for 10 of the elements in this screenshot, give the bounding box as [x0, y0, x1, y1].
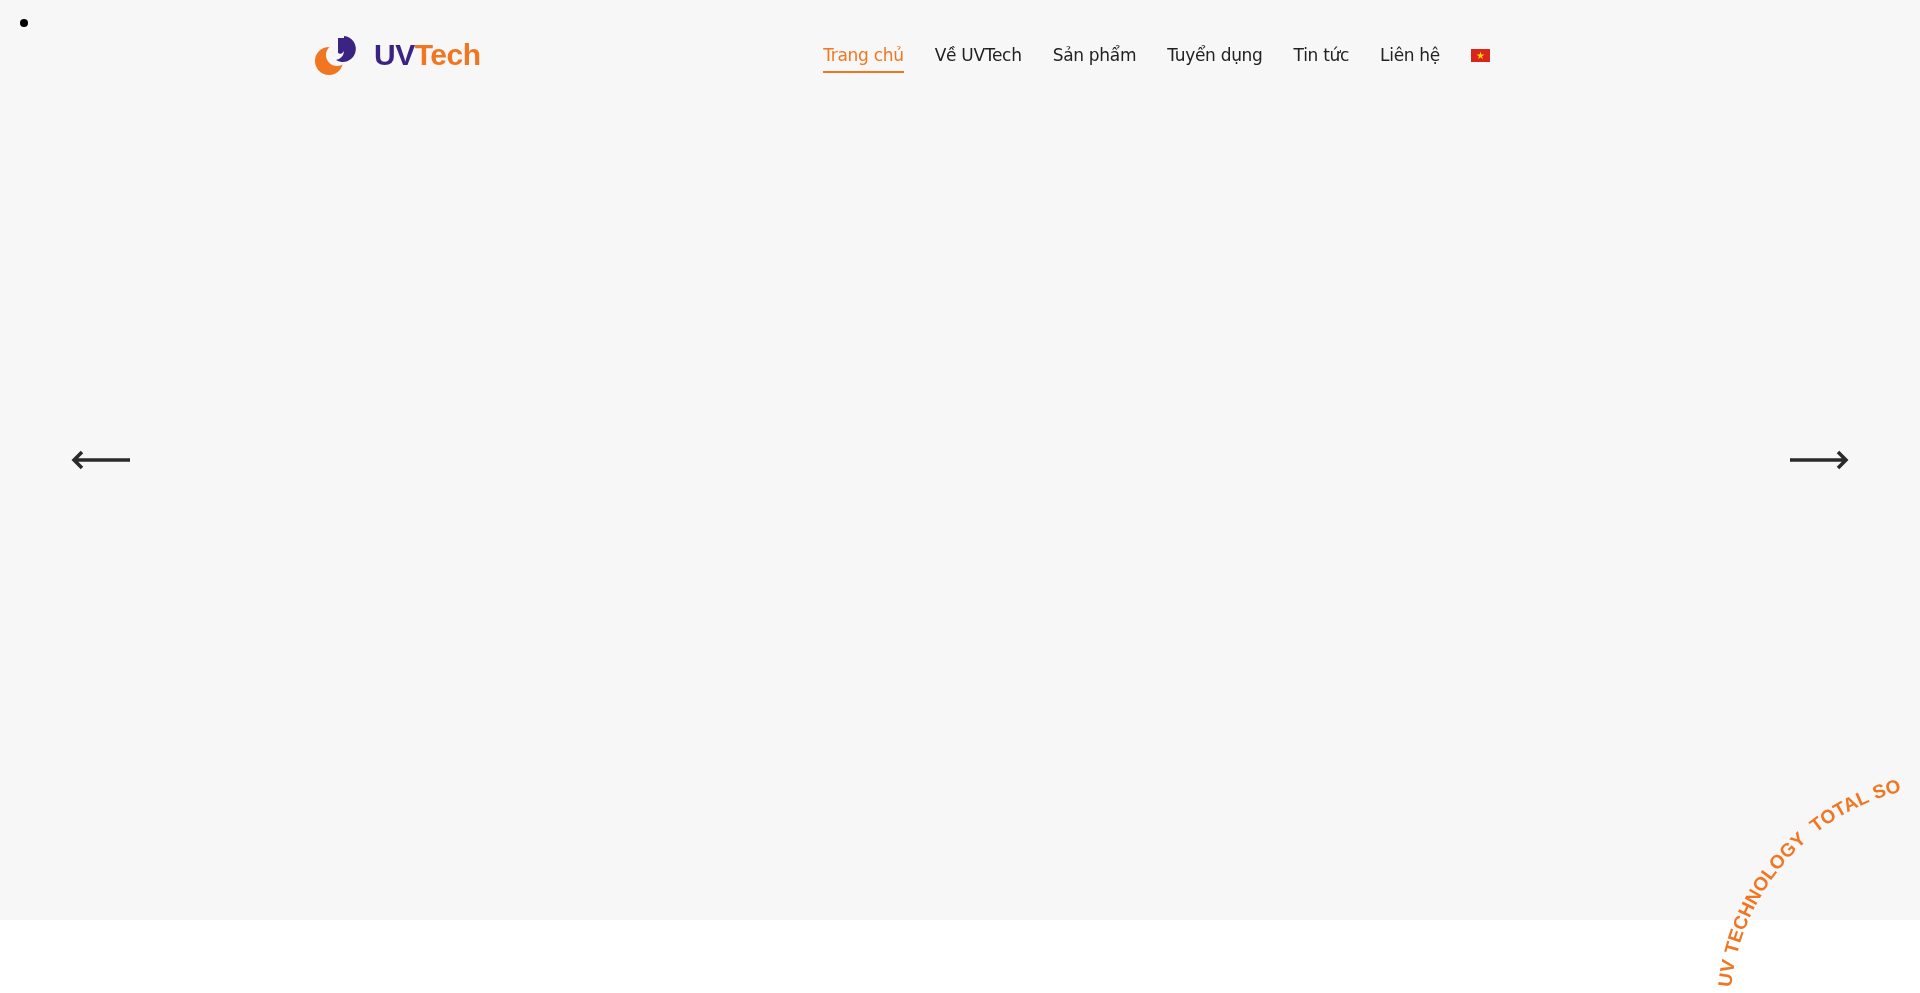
arrow-left-icon[interactable]	[70, 449, 132, 471]
nav-link[interactable]: Sản phẩm	[1052, 37, 1137, 73]
flag-icon[interactable]	[1471, 48, 1490, 62]
nav-link[interactable]: Tuyển dụng	[1167, 37, 1263, 73]
nav-link[interactable]: Tin tức	[1293, 37, 1350, 73]
nav-link[interactable]: Liên hệ	[1380, 37, 1440, 73]
arrow-right-icon[interactable]	[1788, 449, 1850, 471]
logo-text[interactable]: UVTech	[374, 38, 481, 72]
bullet-icon	[20, 19, 28, 27]
nav-link[interactable]: Về UVTech	[934, 37, 1022, 73]
